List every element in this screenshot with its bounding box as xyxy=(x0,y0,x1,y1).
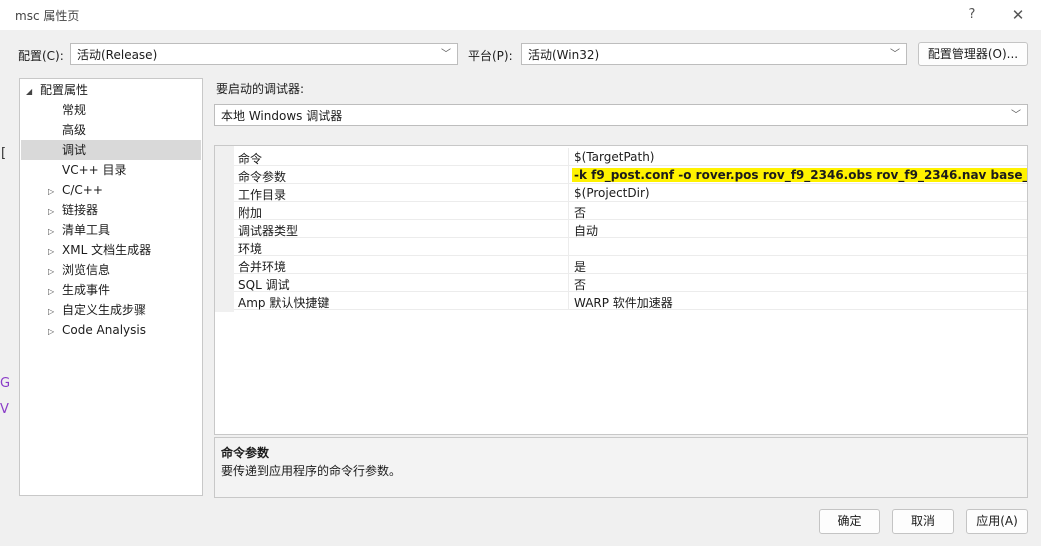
help-button[interactable]: ? xyxy=(960,3,984,27)
property-value[interactable]: 否 xyxy=(574,204,586,221)
property-row-merge-environment[interactable]: 合并环境 是 xyxy=(234,256,1027,275)
tree-item-label: 浏览信息 xyxy=(62,263,111,277)
property-row-command[interactable]: 命令 $(TargetPath) xyxy=(234,148,1027,166)
chevron-down-icon: ﹀ xyxy=(441,49,451,60)
property-row-environment[interactable]: 环境 xyxy=(234,238,1027,256)
property-name: Amp 默认快捷键 xyxy=(238,296,330,310)
expand-arrow-icon[interactable]: ▷ xyxy=(48,202,62,222)
tree-item-debugging[interactable]: 调试 xyxy=(21,140,201,160)
tree-item-code-analysis[interactable]: ▷ Code Analysis xyxy=(48,320,146,340)
tree-item-build-events[interactable]: ▷ 生成事件 xyxy=(48,280,110,300)
property-value[interactable]: $(TargetPath) xyxy=(574,150,654,164)
tree-item-advanced[interactable]: 高级 xyxy=(62,120,86,140)
config-label: 配置(C): xyxy=(18,49,64,63)
tree-item-label: 配置属性 xyxy=(40,83,89,97)
debugger-label: 要启动的调试器: xyxy=(216,82,305,96)
tree-item-label: Code Analysis xyxy=(62,323,146,337)
property-grid: 命令 $(TargetPath) 命令参数 -k f9_post.conf -o… xyxy=(214,145,1028,435)
tree-item-manifest-tool[interactable]: ▷ 清单工具 xyxy=(48,220,110,240)
tree-item-label: 调试 xyxy=(62,143,87,157)
property-value[interactable]: 否 xyxy=(574,276,586,293)
property-name: 命令参数 xyxy=(238,170,287,184)
debugger-select-value: 本地 Windows 调试器 xyxy=(221,109,343,123)
property-value[interactable]: 自动 xyxy=(574,222,598,239)
background-bracket-mark: [ xyxy=(1,146,7,161)
expand-arrow-icon[interactable]: ▷ xyxy=(48,282,62,302)
column-divider xyxy=(568,148,569,165)
property-name: 工作目录 xyxy=(238,188,287,202)
property-row-amp-default-accelerator[interactable]: Amp 默认快捷键 WARP 软件加速器 xyxy=(234,292,1027,311)
ok-button[interactable]: 确定 xyxy=(819,509,880,534)
platform-label: 平台(P): xyxy=(468,49,513,63)
property-value[interactable]: 是 xyxy=(574,258,586,275)
tree-item-vc-directories[interactable]: VC++ 目录 xyxy=(62,160,127,180)
tree-item-browse-info[interactable]: ▷ 浏览信息 xyxy=(48,260,110,280)
tree-item-label: 链接器 xyxy=(62,203,99,217)
tree-item-label: 自定义生成步骤 xyxy=(62,303,147,317)
column-divider xyxy=(568,292,569,309)
tree-item-label: C/C++ xyxy=(62,183,103,197)
property-value[interactable]: $(ProjectDir) xyxy=(574,186,650,200)
column-divider xyxy=(568,220,569,237)
tree-item-config-properties[interactable]: ◢ 配置属性 xyxy=(26,80,196,100)
expand-arrow-icon[interactable]: ▷ xyxy=(48,222,62,242)
config-select[interactable]: 活动(Release) ﹀ xyxy=(70,43,458,65)
tree-item-label: 清单工具 xyxy=(62,223,111,237)
expand-arrow-icon[interactable]: ▷ xyxy=(48,302,62,322)
column-divider xyxy=(568,184,569,201)
property-value-highlighted[interactable]: -k f9_post.conf -o rover.pos rov_f9_2346… xyxy=(572,168,1027,182)
chevron-down-icon: ﹀ xyxy=(1011,110,1021,121)
cancel-button[interactable]: 取消 xyxy=(892,509,954,534)
tree-item-linker[interactable]: ▷ 链接器 xyxy=(48,200,98,220)
tree-item-label: 高级 xyxy=(62,123,87,137)
column-divider xyxy=(568,238,569,255)
tree-item-label: XML 文档生成器 xyxy=(62,243,152,257)
tree-item-xml-doc-generator[interactable]: ▷ XML 文档生成器 xyxy=(48,240,151,260)
platform-select-value: 活动(Win32) xyxy=(528,48,600,62)
expand-arrow-icon[interactable]: ▷ xyxy=(48,242,62,262)
property-tree: ◢ 配置属性 常规 高级 调试 VC++ 目录 ▷ C/C++ ▷ 链接器 ▷ 清单工具… xyxy=(19,78,203,496)
tree-item-general[interactable]: 常规 xyxy=(62,100,86,120)
background-glyph-mark: G xyxy=(0,376,11,391)
title-bar: msc 属性页 ? ✕ xyxy=(0,0,1041,30)
close-button[interactable]: ✕ xyxy=(1006,3,1030,27)
property-row-working-directory[interactable]: 工作目录 $(ProjectDir) xyxy=(234,184,1027,202)
property-value[interactable]: WARP 软件加速器 xyxy=(574,294,673,311)
grid-gutter xyxy=(215,146,234,312)
property-row-command-arguments[interactable]: 命令参数 -k f9_post.conf -o rover.pos rov_f9… xyxy=(234,166,1027,184)
property-name: SQL 调试 xyxy=(238,278,290,292)
chevron-down-icon: ﹀ xyxy=(890,49,900,60)
expand-arrow-icon[interactable]: ▷ xyxy=(48,182,62,202)
apply-button[interactable]: 应用(A) xyxy=(966,509,1028,534)
property-name: 环境 xyxy=(238,242,263,256)
tree-item-cpp[interactable]: ▷ C/C++ xyxy=(48,180,103,200)
property-row-attach[interactable]: 附加 否 xyxy=(234,202,1027,221)
property-name: 命令 xyxy=(238,152,263,166)
tree-item-label: 生成事件 xyxy=(62,283,111,297)
property-row-debugger-type[interactable]: 调试器类型 自动 xyxy=(234,220,1027,239)
expand-arrow-icon[interactable]: ▷ xyxy=(48,262,62,282)
config-manager-button[interactable]: 配置管理器(O)... xyxy=(918,42,1028,66)
tree-item-custom-build-step[interactable]: ▷ 自定义生成步骤 xyxy=(48,300,146,320)
debugger-select[interactable]: 本地 Windows 调试器 ﹀ xyxy=(214,104,1028,126)
window-title: msc 属性页 xyxy=(15,9,80,23)
tree-item-label: VC++ 目录 xyxy=(62,163,127,177)
property-name: 合并环境 xyxy=(238,260,287,274)
expand-arrow-icon[interactable]: ▷ xyxy=(48,322,62,342)
column-divider xyxy=(568,202,569,219)
description-text: 要传递到应用程序的命令行参数。 xyxy=(221,464,402,478)
property-name: 附加 xyxy=(238,206,263,220)
background-glyph-mark: V xyxy=(0,402,9,417)
column-divider xyxy=(568,166,569,183)
platform-select[interactable]: 活动(Win32) ﹀ xyxy=(521,43,907,65)
column-divider xyxy=(568,256,569,273)
collapse-arrow-icon[interactable]: ◢ xyxy=(26,82,40,102)
column-divider xyxy=(568,274,569,291)
description-title: 命令参数 xyxy=(221,446,270,460)
property-name: 调试器类型 xyxy=(238,224,299,238)
description-pane: 命令参数 要传递到应用程序的命令行参数。 xyxy=(214,437,1028,498)
property-row-sql-debugging[interactable]: SQL 调试 否 xyxy=(234,274,1027,293)
config-select-value: 活动(Release) xyxy=(77,48,158,62)
tree-item-label: 常规 xyxy=(62,103,87,117)
